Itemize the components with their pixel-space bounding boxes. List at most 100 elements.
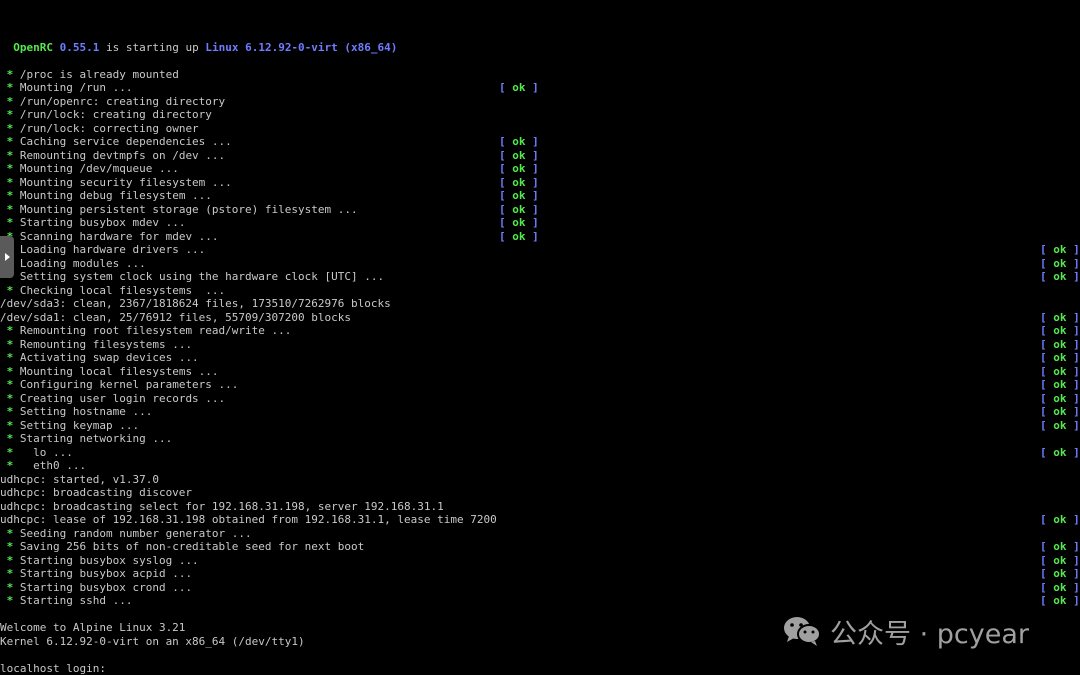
console-text: Checking local filesystems ... [19, 283, 226, 297]
status-bracket-close: ] [1066, 594, 1080, 607]
bullet-star: * [0, 175, 20, 189]
status-bracket-open: [ [499, 229, 513, 243]
status-bracket-open: [ [499, 175, 513, 189]
status-bracket-close: ] [525, 135, 539, 148]
status-bracket-close: ] [1066, 445, 1080, 459]
console-line: * Mounting persistent storage (pstore) f… [0, 203, 1080, 217]
terminal-console[interactable]: OpenRC 0.55.1 is starting up Linux 6.12.… [0, 0, 1080, 675]
status-bracket-close: ] [1066, 513, 1080, 526]
status-bracket-open: [ [1040, 364, 1054, 378]
console-text: Mounting /dev/mqueue ... [19, 162, 179, 175]
console-text: /proc is already mounted [19, 67, 179, 81]
status-bracket-open: [ [1040, 270, 1054, 283]
console-text: Starting busybox crond ... [19, 580, 193, 594]
status-ok-text: ok [1053, 391, 1067, 405]
console-text: Setting system clock using the hardware … [19, 270, 385, 283]
bullet-star: * [0, 148, 20, 162]
status-ok-badge: [ ok ] [499, 189, 539, 203]
status-ok-badge: [ ok ] [1040, 365, 1080, 379]
status-bracket-open: [ [1040, 580, 1054, 594]
status-bracket-close: ] [1066, 364, 1080, 378]
status-ok-text: ok [512, 148, 526, 162]
console-line: * lo ... [ ok ] [0, 446, 1080, 460]
status-ok-badge: [ ok ] [1040, 338, 1080, 352]
status-bracket-close: ] [525, 202, 539, 216]
console-text: udhcpc: broadcasting discover [0, 486, 193, 499]
status-bracket-close: ] [1066, 243, 1080, 256]
status-ok-text: ok [1053, 256, 1067, 270]
watermark-text: 公众号 · pcyear [830, 618, 1029, 650]
status-ok-text: ok [1053, 243, 1067, 256]
status-bracket-open: [ [499, 135, 513, 148]
status-ok-text: ok [512, 216, 526, 229]
bullet-star: * [0, 540, 20, 553]
login-prompt[interactable]: localhost login: [0, 662, 1080, 675]
status-bracket-close: ] [1066, 351, 1080, 364]
status-ok-badge: [ ok ] [1040, 513, 1080, 527]
bullet-star: * [0, 378, 20, 391]
bullet-star: * [0, 162, 20, 175]
bullet-star: * [0, 580, 20, 594]
status-bracket-open: [ [1040, 256, 1054, 270]
status-ok-badge: [ ok ] [1040, 351, 1080, 365]
console-line: udhcpc: broadcasting discover [0, 486, 1080, 500]
bullet-star: * [0, 202, 20, 216]
console-line: * Setting keymap ... [ ok ] [0, 419, 1080, 433]
console-line: * Loading modules ...[ ok ] [0, 257, 1080, 271]
console-segment: 0.55.1 [59, 40, 100, 54]
bullet-star: * [0, 189, 20, 202]
bullet-star: * [0, 67, 20, 81]
login-prompt-label: localhost login: [0, 661, 113, 675]
status-bracket-open: [ [499, 216, 513, 229]
status-bracket-open: [ [1040, 310, 1054, 324]
status-ok-text: ok [512, 135, 526, 148]
console-line: * Checking local filesystems ... [0, 284, 1080, 298]
status-bracket-open: [ [499, 148, 513, 162]
status-ok-badge: [ ok ] [1040, 446, 1080, 460]
status-bracket-open: [ [1040, 378, 1054, 391]
console-line: * /run/openrc: creating directory [0, 95, 1080, 109]
console-line: udhcpc: lease of 192.168.31.198 obtained… [0, 513, 1080, 527]
status-bracket-open: [ [1040, 513, 1054, 526]
status-ok-text: ok [1053, 540, 1067, 553]
console-line: * Seeding random number generator ... [0, 527, 1080, 541]
status-ok-text: ok [1053, 513, 1067, 526]
console-line: * /run/lock: creating directory [0, 108, 1080, 122]
console-line: /dev/sda3: clean, 2367/1818624 files, 17… [0, 297, 1080, 311]
console-line: * Remounting devtmpfs on /dev ... [ ok ] [0, 149, 1080, 163]
status-ok-text: ok [1053, 567, 1067, 580]
status-bracket-open: [ [499, 162, 513, 175]
bullet-star: * [0, 121, 20, 135]
console-text: Starting sshd ... [19, 594, 133, 607]
status-ok-text: ok [1053, 405, 1067, 418]
console-line: * Mounting debug filesystem ... [ ok ] [0, 189, 1080, 203]
console-line: * Remounting root filesystem read/write … [0, 324, 1080, 338]
status-ok-badge: [ ok ] [1040, 581, 1080, 595]
play-arrow-icon [4, 253, 10, 261]
bullet-star: * [0, 418, 20, 432]
status-ok-text: ok [1053, 270, 1067, 283]
console-line: * Activating swap devices ... [ ok ] [0, 351, 1080, 365]
bullet-star: * [0, 337, 20, 351]
bullet-star: * [0, 391, 20, 405]
console-text: /run/lock: correcting owner [19, 121, 199, 135]
status-bracket-close: ] [1066, 580, 1080, 594]
console-text: Setting keymap ... [19, 418, 140, 432]
status-bracket-close: ] [1066, 270, 1080, 283]
console-line: * Scanning hardware for mdev ...[ ok ] [0, 230, 1080, 244]
bullet-star: * [0, 553, 20, 567]
console-line: * Caching service dependencies ... [ ok ] [0, 135, 1080, 149]
console-text: Scanning hardware for mdev ... [19, 229, 219, 243]
console-line: * Mounting local filesystems ... [ ok ] [0, 365, 1080, 379]
console-text: udhcpc: lease of 192.168.31.198 obtained… [0, 513, 497, 526]
bullet-star: * [0, 324, 20, 337]
console-line: * Setting hostname ... [ ok ] [0, 405, 1080, 419]
side-panel-toggle[interactable] [0, 236, 14, 278]
status-bracket-close: ] [1066, 324, 1080, 337]
console-text: Configuring kernel parameters ... [19, 378, 239, 391]
status-ok-badge: [ ok ] [1040, 324, 1080, 338]
status-ok-text: ok [1053, 310, 1067, 324]
console-text: udhcpc: started, v1.37.0 [0, 472, 159, 486]
bullet-star: * [0, 459, 20, 472]
console-text: Creating user login records ... [19, 391, 226, 405]
